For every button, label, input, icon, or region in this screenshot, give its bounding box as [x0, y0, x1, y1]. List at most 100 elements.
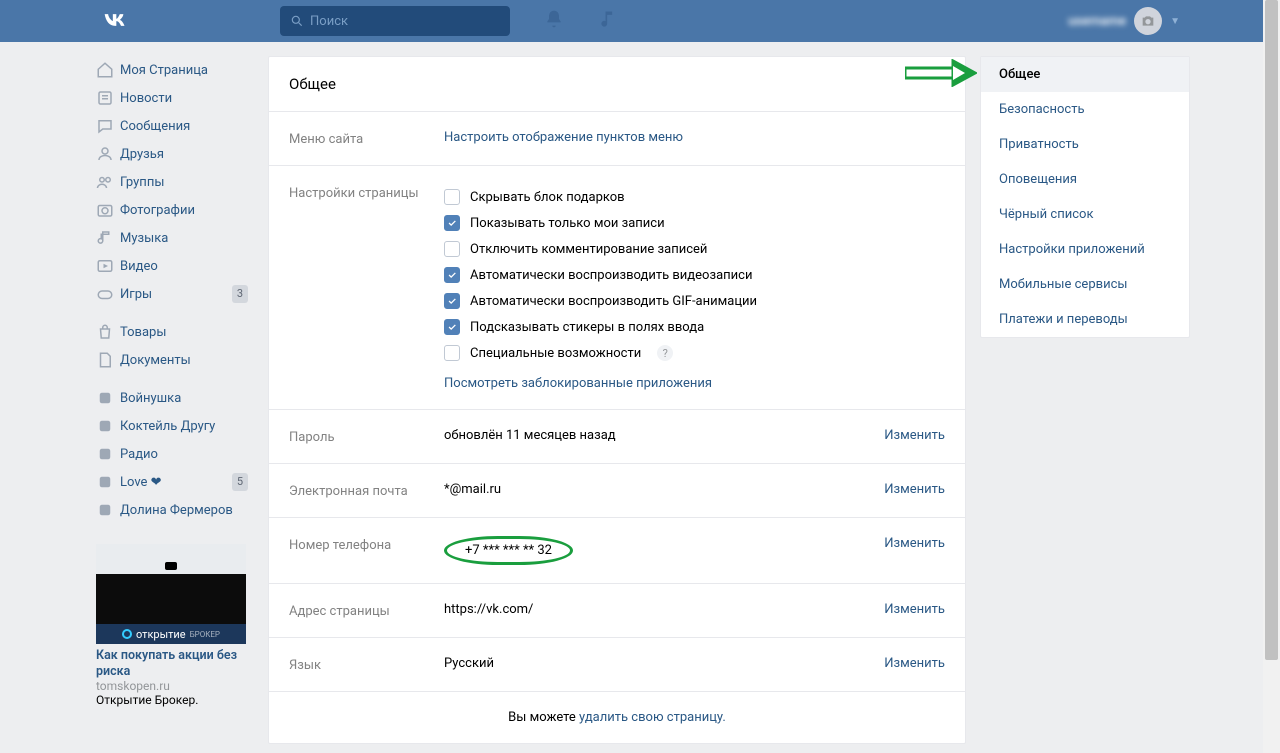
- camera-icon: [1140, 13, 1156, 29]
- app-icon: [96, 473, 120, 491]
- checkbox[interactable]: [444, 189, 460, 205]
- checkbox-row-2: Отключить комментирование записей: [444, 236, 945, 262]
- avatar[interactable]: [1134, 7, 1162, 35]
- row-phone: Номер телефона +7 *** *** ** 32 Изменить: [269, 518, 965, 583]
- change-phone-link[interactable]: Изменить: [884, 536, 945, 551]
- nav-item-Документы[interactable]: Документы: [90, 346, 254, 374]
- change-language-link[interactable]: Изменить: [884, 656, 945, 671]
- checkbox[interactable]: [444, 345, 460, 361]
- search-input[interactable]: Поиск: [280, 6, 510, 36]
- nav-label: Новости: [120, 91, 254, 106]
- label-address: Адрес страницы: [289, 602, 444, 619]
- nav-label: Товары: [120, 325, 254, 340]
- nav-label: Музыка: [120, 231, 254, 246]
- nav-label: Группы: [120, 175, 254, 190]
- games-icon: [96, 285, 120, 303]
- value-address: https://vk.com/: [444, 602, 533, 617]
- label-email: Электронная почта: [289, 482, 444, 499]
- checkbox[interactable]: [444, 215, 460, 231]
- nav-item-Долина Фермеров[interactable]: Долина Фермеров: [90, 496, 254, 524]
- nav-label: Фотографии: [120, 203, 254, 218]
- nav-item-Моя Страница[interactable]: Моя Страница: [90, 56, 254, 84]
- chevron-down-icon[interactable]: ▼: [1170, 16, 1180, 27]
- app-icon: [96, 389, 120, 407]
- nav-item-Товары[interactable]: Товары: [90, 318, 254, 346]
- checkbox-label: Отключить комментирование записей: [470, 242, 707, 257]
- nav-label: Сообщения: [120, 119, 254, 134]
- value-email: *@mail.ru: [444, 482, 501, 497]
- ad-block[interactable]: открытие БРОКЕР Как покупать акции без р…: [96, 544, 246, 707]
- row-address: Адрес страницы https://vk.com/ Изменить: [269, 584, 965, 637]
- notifications-icon[interactable]: [544, 9, 564, 33]
- checkbox-row-3: Автоматически воспроизводить видеозаписи: [444, 262, 945, 288]
- settings-tab-7[interactable]: Платежи и переводы: [981, 302, 1189, 337]
- nav-item-Войнушка[interactable]: Войнушка: [90, 384, 254, 412]
- nav-item-Love ❤[interactable]: Love ❤5: [90, 468, 254, 496]
- nav-item-Группы[interactable]: Группы: [90, 168, 254, 196]
- row-email: Электронная почта *@mail.ru Изменить: [269, 464, 965, 517]
- doc-icon: [96, 351, 120, 369]
- row-password: Пароль обновлён 11 месяцев назад Изменит…: [269, 410, 965, 463]
- settings-tab-3[interactable]: Оповещения: [981, 162, 1189, 197]
- blocked-apps-link[interactable]: Посмотреть заблокированные приложения: [444, 376, 712, 391]
- settings-tab-5[interactable]: Настройки приложений: [981, 232, 1189, 267]
- nav-badge: 3: [232, 285, 248, 303]
- nav-item-Музыка[interactable]: Музыка: [90, 224, 254, 252]
- footer-note: Вы можете удалить свою страницу.: [269, 692, 965, 743]
- ad-title: Как покупать акции без риска: [96, 648, 246, 679]
- nav-item-Фотографии[interactable]: Фотографии: [90, 196, 254, 224]
- scrollbar-thumb[interactable]: [1265, 0, 1278, 660]
- checkbox[interactable]: [444, 293, 460, 309]
- ad-image: открытие БРОКЕР: [96, 544, 246, 644]
- checkbox[interactable]: [444, 267, 460, 283]
- nav-item-Радио[interactable]: Радио: [90, 440, 254, 468]
- nav-label: Радио: [120, 447, 254, 462]
- checkbox-row-1: Показывать только мои записи: [444, 210, 945, 236]
- nav-badge: 5: [232, 473, 248, 491]
- settings-tab-6[interactable]: Мобильные сервисы: [981, 267, 1189, 302]
- settings-tab-1[interactable]: Безопасность: [981, 92, 1189, 127]
- settings-tab-0[interactable]: Общее: [981, 57, 1189, 92]
- music-icon: [96, 229, 120, 247]
- checkbox-row-5: Подсказывать стикеры в полях ввода: [444, 314, 945, 340]
- checkbox-label: Подсказывать стикеры в полях ввода: [470, 320, 704, 335]
- nav-item-Видео[interactable]: Видео: [90, 252, 254, 280]
- help-icon[interactable]: ?: [657, 345, 673, 361]
- nav-label: Войнушка: [120, 391, 254, 406]
- change-address-link[interactable]: Изменить: [884, 602, 945, 617]
- checkbox-label: Показывать только мои записи: [470, 216, 665, 231]
- delete-page-link[interactable]: удалить свою страницу.: [579, 710, 726, 725]
- value-password: обновлён 11 месяцев назад: [444, 428, 616, 443]
- change-password-link[interactable]: Изменить: [884, 428, 945, 443]
- app-icon: [96, 501, 120, 519]
- settings-main: Общее Меню сайта Настроить отображение п…: [268, 56, 966, 744]
- search-placeholder: Поиск: [310, 14, 348, 29]
- app-icon: [96, 417, 120, 435]
- scrollbar[interactable]: [1263, 0, 1280, 753]
- checkbox[interactable]: [444, 319, 460, 335]
- nav-item-Коктейль Другу[interactable]: Коктейль Другу: [90, 412, 254, 440]
- arrow-annotation-icon: [905, 59, 977, 91]
- checkbox[interactable]: [444, 241, 460, 257]
- home-icon: [96, 61, 120, 79]
- settings-tab-2[interactable]: Приватность: [981, 127, 1189, 162]
- nav-item-Друзья[interactable]: Друзья: [90, 140, 254, 168]
- value-phone: +7 *** *** ** 32: [465, 543, 552, 558]
- settings-tab-4[interactable]: Чёрный список: [981, 197, 1189, 232]
- checkbox-label: Специальные возможности: [470, 346, 641, 361]
- nav-item-Новости[interactable]: Новости: [90, 84, 254, 112]
- nav-label: Документы: [120, 353, 254, 368]
- link-configure-menu[interactable]: Настроить отображение пунктов меню: [444, 130, 683, 145]
- music-icon[interactable]: [598, 9, 618, 33]
- video-icon: [96, 257, 120, 275]
- nav-item-Игры[interactable]: Игры3: [90, 280, 254, 308]
- groups-icon: [96, 173, 120, 191]
- change-email-link[interactable]: Изменить: [884, 482, 945, 497]
- nav-label: Коктейль Другу: [120, 419, 254, 434]
- row-site-menu: Меню сайта Настроить отображение пунктов…: [269, 112, 965, 165]
- nav-label: Друзья: [120, 147, 254, 162]
- nav-item-Сообщения[interactable]: Сообщения: [90, 112, 254, 140]
- photos-icon: [96, 201, 120, 219]
- vk-logo-icon[interactable]: [100, 6, 130, 36]
- bag-icon: [96, 323, 120, 341]
